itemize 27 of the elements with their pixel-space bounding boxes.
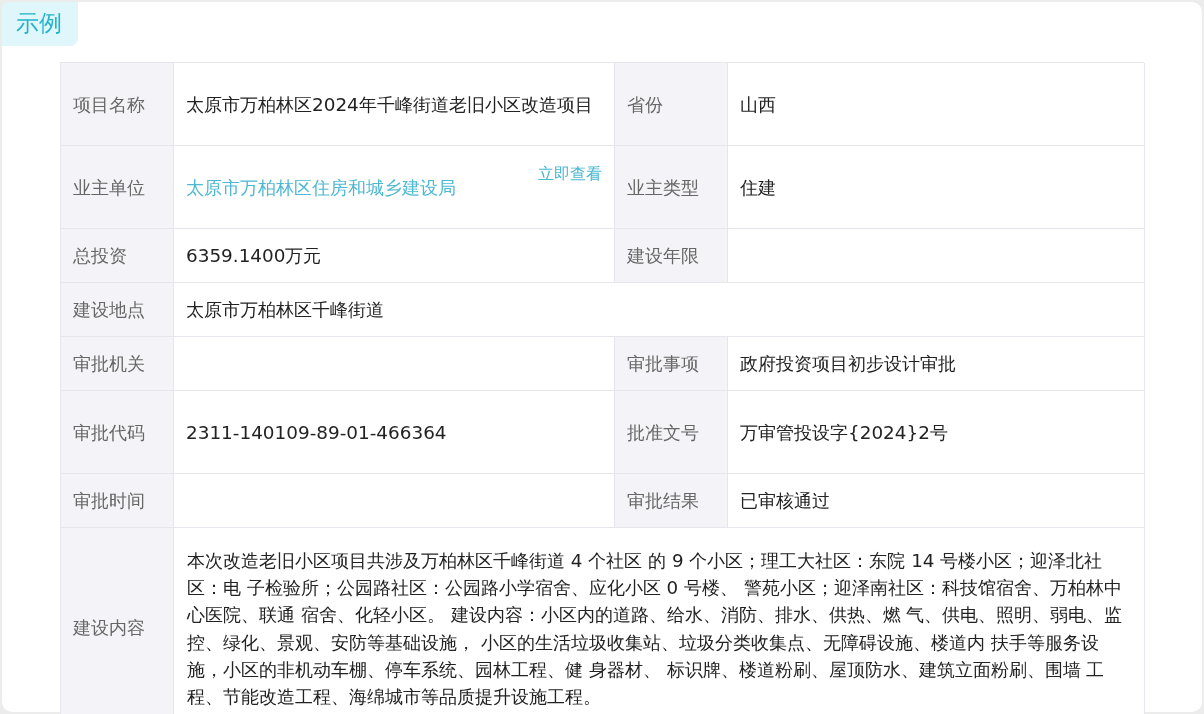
example-tag: 示例 <box>2 2 78 46</box>
field-label: 批准文号 <box>627 420 699 445</box>
field-label: 业主单位 <box>73 175 145 200</box>
field-value: 住建 <box>740 175 776 200</box>
field-label: 审批结果 <box>627 489 699 513</box>
view-link[interactable]: 立即查看 <box>538 160 602 187</box>
field-value: 山西 <box>740 92 776 117</box>
field-value: 政府投资项目初步设计审批 <box>740 352 956 376</box>
field-label: 省份 <box>627 92 663 117</box>
field-value: 2311-140109-89-01-466364 <box>186 420 447 445</box>
owner-link[interactable]: 太原市万柏林区住房和城乡建设局 <box>186 173 456 201</box>
field-value: 万审管投设字{2024}2号 <box>740 420 948 445</box>
description-text: 本次改造老旧小区项目共涉及万柏林区千峰街道 4 个社区 的 9 个小区；理工大社区：东院 14 号楼小区；迎泽北社区：电 子检验所；公园路社区：公园路小学宿舍、应化小区 0 号楼、 警苑小区；迎泽南社区：科技馆宿舍、万柏林中心医院、联通 宿舍、化轻小区。 建设内容：小区内的道路、给水、消防、排水、供热、燃 气、供电、照明、弱电、监控、绿化、景观、安防等基础设施， 小区的生活垃圾收集站、垃圾分类收集点、无障碍设施、楼道内 扶手等服务设施，小区的非机动车棚、停车系统、园林工程、健 身器材、 标识牌、楼道粉刷、屋顶防水、建筑立面粉刷、围墙 工程、节能改造工程、海绵城市等品质提升设施工程。 <box>187 548 1124 710</box>
field-value: 已审核通过 <box>740 489 830 513</box>
field-label: 总投资 <box>73 244 127 268</box>
field-label: 项目名称 <box>73 92 145 117</box>
field-value: 6359.1400万元 <box>186 244 322 268</box>
field-label: 业主类型 <box>627 175 699 200</box>
field-label: 审批事项 <box>627 352 699 376</box>
field-label: 审批时间 <box>73 489 145 513</box>
field-label: 建设地点 <box>73 298 145 322</box>
field-label: 审批代码 <box>73 420 145 445</box>
field-label: 建设年限 <box>627 244 699 268</box>
field-label: 建设内容 <box>73 616 145 640</box>
field-label: 审批机关 <box>73 352 145 376</box>
field-value: 太原市万柏林区2024年千峰街道老旧小区改造项目 <box>186 92 593 117</box>
field-value: 太原市万柏林区千峰街道 <box>186 298 384 322</box>
